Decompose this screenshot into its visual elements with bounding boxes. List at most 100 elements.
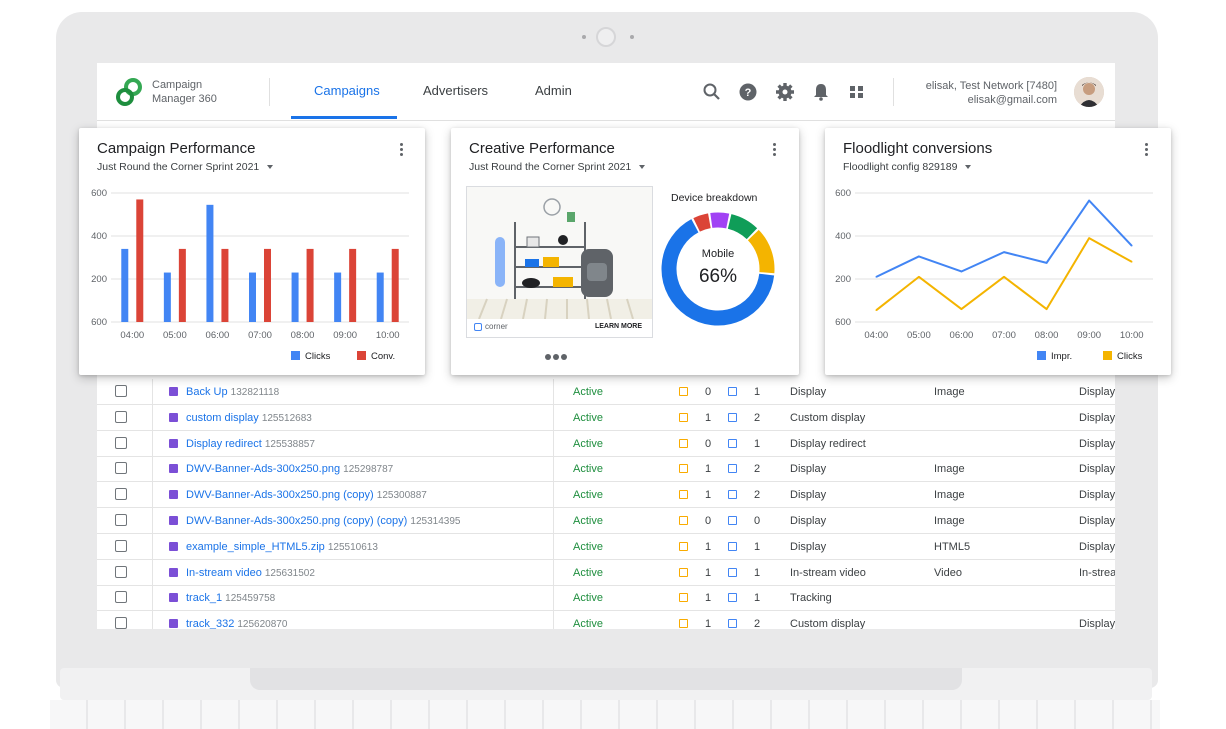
ads-icon <box>728 516 737 525</box>
ads-icon <box>728 567 737 577</box>
donut-center-value: 66% <box>698 266 738 287</box>
placements-icon <box>679 387 688 396</box>
table-row[interactable]: 1 2 Active Custom display Display custom disp… <box>97 405 1115 431</box>
account-info[interactable]: elisak, Test Network [7480] elisak@gmail… <box>907 79 1057 107</box>
creative-type-icon <box>169 412 178 422</box>
format-cell: HTML5 <box>934 540 971 553</box>
ad-count: 1 <box>754 540 761 553</box>
y-tick-label: 600 <box>91 317 107 328</box>
ads-icon <box>728 490 737 500</box>
webcam <box>596 27 616 47</box>
tab-campaigns[interactable]: Campaigns <box>314 83 380 98</box>
legend-swatch <box>357 351 366 360</box>
row-checkbox[interactable] <box>115 436 127 449</box>
series-line-clicks <box>875 237 1133 311</box>
tab-admin[interactable]: Admin <box>535 83 572 98</box>
tab-advertisers[interactable]: Advertisers <box>423 83 488 98</box>
settings-icon[interactable] <box>774 81 796 103</box>
creative-type-cell: Custom display <box>790 618 866 629</box>
creative-name-link[interactable]: Back Up 132821118 <box>186 386 279 398</box>
placement-count: 0 <box>705 515 712 527</box>
creative-type-cell: Display <box>790 489 827 502</box>
creative-name-link[interactable]: custom display 125512683 <box>186 412 312 424</box>
placements-icon <box>679 464 688 474</box>
search-icon[interactable] <box>701 81 723 103</box>
row-checkbox[interactable] <box>115 591 127 604</box>
bar-clicks <box>249 272 256 322</box>
creative-type-icon <box>169 438 178 448</box>
x-tick-label: 09:00 <box>333 330 357 341</box>
table-row[interactable]: 1 2 Active Display Image Display DWV-Banner-Ad… <box>97 456 1115 483</box>
creative-type-icon <box>169 567 178 577</box>
creative-id: 125538857 <box>264 438 315 450</box>
x-tick-label: 07:00 <box>992 330 1016 341</box>
row-checkbox[interactable] <box>115 488 127 501</box>
table-row[interactable]: 1 2 Active Custom display Display track_332 1… <box>97 611 1115 629</box>
status-cell: Active <box>573 411 603 424</box>
placement-count: 1 <box>705 592 712 605</box>
table-row[interactable]: 0 1 Active Display redirect Display Display r… <box>97 431 1115 457</box>
table-row[interactable]: 1 1 Active Tracking track_1 125459758 <box>97 585 1115 612</box>
creative-name-link[interactable]: Display redirect 125538857 <box>186 438 315 450</box>
help-icon[interactable]: ? <box>737 81 759 103</box>
y-tick-label: 200 <box>91 274 107 285</box>
creative-name-link[interactable]: In-stream video 125631502 <box>186 567 315 579</box>
placement-count: 1 <box>705 566 712 579</box>
legend-label: Conv. <box>371 351 395 362</box>
row-checkbox[interactable] <box>115 410 127 423</box>
row-checkbox[interactable] <box>115 462 127 475</box>
creative-name-link[interactable]: track_1 125459758 <box>186 592 275 604</box>
creative-name-link[interactable]: DWV-Banner-Ads-300x250.png (copy) 125300… <box>186 489 427 501</box>
donut-slice <box>693 213 711 232</box>
environment-cell: Display <box>1079 540 1115 553</box>
y-tick-label: 600 <box>835 317 851 328</box>
row-checkbox[interactable] <box>115 565 127 578</box>
ad-count: 1 <box>754 592 761 605</box>
row-checkbox[interactable] <box>115 539 127 552</box>
placements-icon <box>679 619 688 629</box>
legend-swatch <box>1037 351 1046 360</box>
table-row[interactable]: 0 0 Active Display Image Display DWV-Banner-Ad… <box>97 508 1115 534</box>
creative-id: 125631502 <box>264 567 315 579</box>
avatar-photo <box>1074 77 1104 107</box>
row-checkbox[interactable] <box>115 385 127 397</box>
creative-name: custom display <box>186 411 262 424</box>
creative-id: 125620870 <box>237 619 288 629</box>
avatar[interactable] <box>1074 77 1104 107</box>
ad-count: 2 <box>754 411 761 424</box>
brand-line-1: Campaign <box>152 79 203 91</box>
table-row[interactable]: 0 1 Active Display Image Display Back Up 13282… <box>97 379 1115 405</box>
data-point <box>918 255 920 258</box>
creative-name: DWV-Banner-Ads-300x250.png <box>186 463 344 476</box>
status-cell: Active <box>573 592 603 605</box>
table-row[interactable]: 1 2 Active Display Image Display DWV-Banner-Ad… <box>97 482 1115 509</box>
creative-name-link[interactable]: example_simple_HTML5.zip 125510613 <box>186 541 378 553</box>
bar-conv <box>221 248 229 322</box>
ads-icon <box>728 541 737 551</box>
creative-name-link[interactable]: DWV-Banner-Ads-300x250.png 125298787 <box>186 463 393 475</box>
campaign-manager-logo[interactable] <box>115 78 143 106</box>
creative-name-link[interactable]: DWV-Banner-Ads-300x250.png (copy) (copy)… <box>186 515 460 527</box>
table-row[interactable]: 1 1 Active In-stream video Video In-strea In-s… <box>97 560 1115 586</box>
creative-name: Back Up <box>186 386 231 398</box>
format-cell: Image <box>934 463 965 476</box>
placements-icon <box>679 516 688 525</box>
divider <box>269 78 270 106</box>
ads-icon <box>728 619 737 629</box>
format-cell: Image <box>934 489 965 502</box>
keyboard <box>50 700 1160 729</box>
y-tick-label: 400 <box>91 231 107 242</box>
creative-type-icon <box>169 464 178 474</box>
placements-icon <box>679 567 688 577</box>
table-row[interactable]: 1 1 Active Display HTML5 Display example_simpl… <box>97 534 1115 560</box>
creative-name-link[interactable]: track_332 125620870 <box>186 618 287 629</box>
row-checkbox[interactable] <box>115 514 127 526</box>
apps-icon[interactable] <box>846 81 868 103</box>
notifications-icon[interactable] <box>810 81 832 103</box>
placements-icon <box>679 593 688 603</box>
status-cell: Active <box>573 489 603 502</box>
row-checkbox[interactable] <box>115 617 127 629</box>
status-cell: Active <box>573 437 603 450</box>
bar-conv <box>178 248 186 322</box>
creative-type-icon <box>169 516 178 525</box>
